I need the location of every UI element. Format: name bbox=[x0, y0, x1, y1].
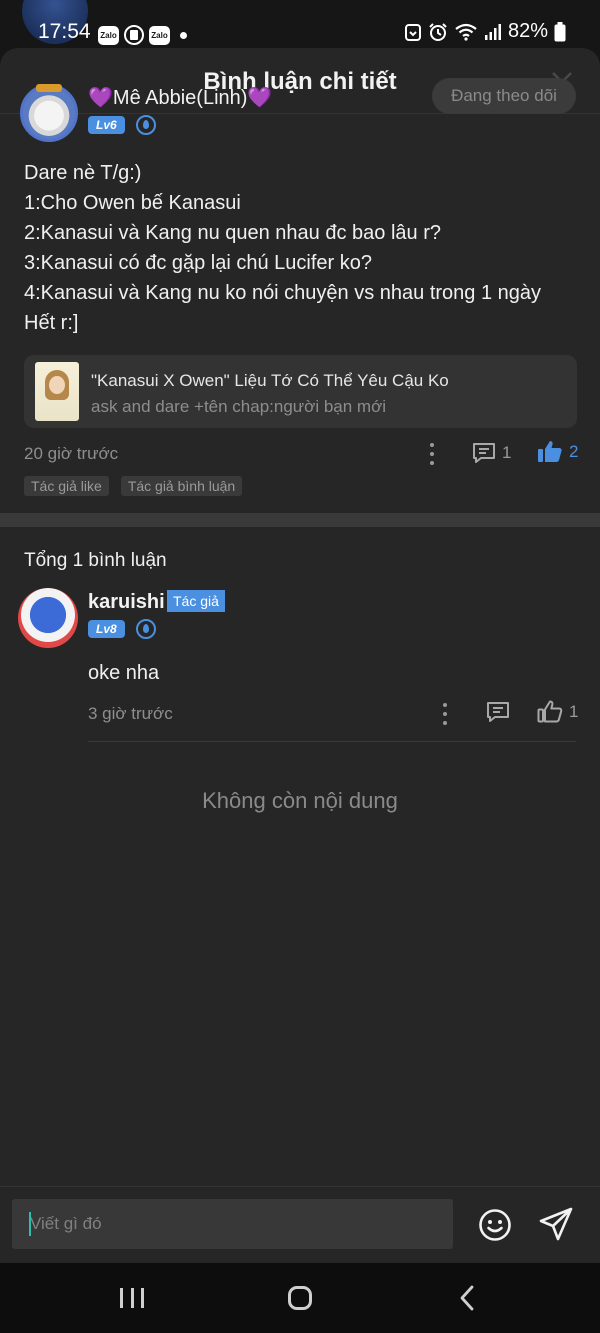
recent-apps-icon[interactable] bbox=[120, 1288, 144, 1308]
thumbs-up-icon bbox=[538, 441, 562, 462]
thumbs-up-outline-icon bbox=[537, 700, 563, 723]
comment-line: Dare nè T/g:) bbox=[24, 162, 142, 184]
more-options-icon[interactable] bbox=[442, 703, 448, 725]
section-divider bbox=[0, 513, 600, 527]
story-title: "Kanasui X Owen" Liệu Tớ Có Thể Yêu Cậu … bbox=[91, 371, 449, 390]
author-tags: Tác giả like Tác giả bình luận bbox=[24, 476, 243, 496]
more-options-icon[interactable] bbox=[429, 443, 435, 465]
comment-line: 1:Cho Owen bế Kanasui bbox=[24, 192, 241, 214]
comment-input-bar bbox=[0, 1186, 600, 1263]
drop-icon bbox=[136, 619, 156, 639]
following-button[interactable]: Đang theo dõi bbox=[432, 78, 576, 114]
comment-line: 4:Kanasui và Kang nu ko nói chuyện vs nh… bbox=[24, 282, 542, 304]
reply-comment-icon[interactable] bbox=[486, 700, 510, 724]
reply-time: 3 giờ trước bbox=[88, 704, 173, 723]
avatar-frame-badge bbox=[36, 84, 62, 92]
comment-author[interactable]: 💜Mê Abbie(Linh)💜 bbox=[88, 85, 272, 110]
author-badge: Tác giả bbox=[167, 590, 225, 612]
send-icon[interactable] bbox=[538, 1206, 574, 1242]
comment-line: 3:Kanasui có đc gặp lại chú Lucifer ko? bbox=[24, 252, 372, 274]
reply-like-button[interactable]: 1 bbox=[537, 700, 578, 724]
end-of-content: Không còn nội dung bbox=[202, 788, 398, 813]
comment-detail-sheet: Bình luận chi tiết 💜Mê Abbie(Linh)💜 Lv6 … bbox=[0, 48, 600, 1263]
avatar[interactable] bbox=[20, 84, 78, 142]
back-icon[interactable] bbox=[458, 1285, 476, 1311]
story-thumbnail bbox=[35, 362, 79, 421]
comment-time: 20 giờ trước bbox=[24, 444, 119, 463]
comment-input[interactable] bbox=[12, 1199, 453, 1249]
reply-separator bbox=[88, 741, 576, 742]
reply-button[interactable]: 1 bbox=[472, 441, 511, 465]
comment-line: 2:Kanasui và Kang nu quen nhau đc bao lâ… bbox=[24, 222, 441, 244]
like-count: 2 bbox=[569, 442, 579, 461]
reply-like-count: 1 bbox=[569, 702, 579, 721]
main-comment: 💜Mê Abbie(Linh)💜 Lv6 Đang theo dõi Dare … bbox=[0, 0, 600, 1215]
home-icon[interactable] bbox=[288, 1286, 312, 1310]
drop-icon bbox=[136, 115, 156, 135]
comment-icon bbox=[473, 443, 495, 463]
tag-author-liked: Tác giả like bbox=[24, 476, 109, 496]
story-card[interactable]: "Kanasui X Owen" Liệu Tớ Có Thể Yêu Cậu … bbox=[24, 355, 577, 428]
level-badge: Lv6 bbox=[88, 116, 125, 134]
emoji-icon[interactable] bbox=[478, 1208, 512, 1242]
comment-body: Dare nè T/g:) 1:Cho Owen bế Kanasui 2:Ka… bbox=[24, 158, 584, 338]
tag-author-commented: Tác giả bình luận bbox=[120, 476, 243, 496]
level-badge: Lv8 bbox=[88, 620, 125, 638]
text-caret bbox=[29, 1212, 31, 1236]
navigation-bar bbox=[0, 1263, 600, 1333]
total-comments: Tổng 1 bình luận bbox=[24, 550, 167, 571]
avatar[interactable] bbox=[18, 588, 78, 648]
reply-count: 1 bbox=[502, 443, 512, 462]
comment-line: Hết r:] bbox=[24, 312, 79, 334]
reply-text: oke nha bbox=[88, 662, 160, 684]
like-button[interactable]: 2 bbox=[537, 440, 578, 464]
reply-author[interactable]: karuishi bbox=[88, 591, 165, 614]
story-subtitle: ask and dare +tên chap:người bạn mới bbox=[91, 397, 386, 416]
